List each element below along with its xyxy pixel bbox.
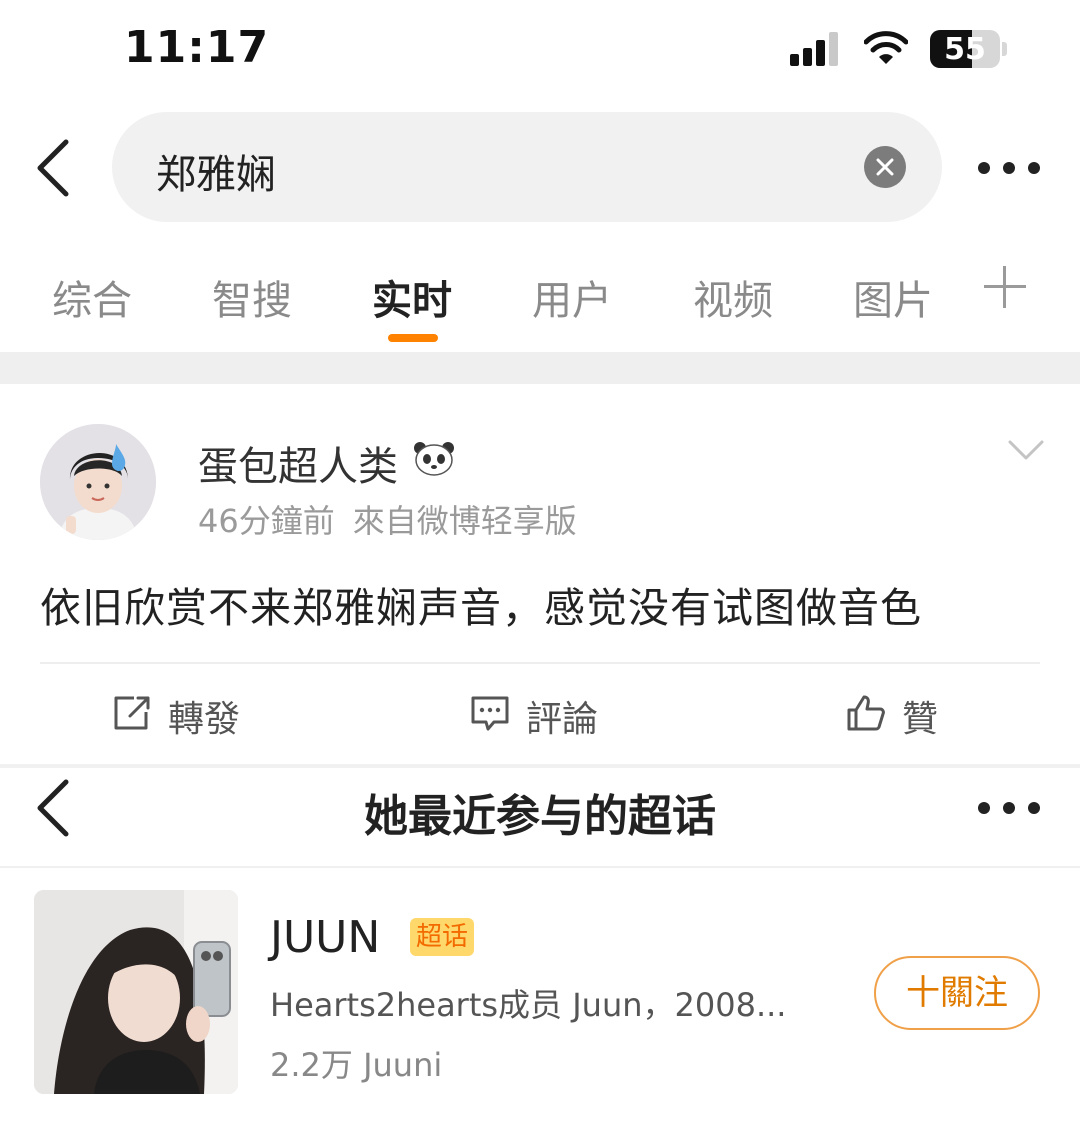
post-time: 46分鐘前 [198,502,335,540]
like-button[interactable]: 贊 [846,688,966,740]
status-bar: 11:17 55 [0,0,1080,100]
like-label: 贊 [902,699,939,740]
status-time: 11:17 [124,22,270,73]
active-tab-indicator [388,334,438,342]
repost-button[interactable]: 轉發 [112,688,272,740]
post-meta: 46分鐘前 來自微博轻享版 [198,496,577,542]
avatar[interactable] [40,424,156,540]
search-input[interactable]: 郑雅娴 [112,112,942,222]
panda-icon [412,440,456,476]
back-chevron-icon[interactable] [34,138,74,198]
comment-button[interactable]: 評論 [470,688,630,740]
battery-icon: 55 [930,30,1000,68]
section-divider-thin [0,764,1080,768]
comment-icon [471,696,509,731]
tab-realtime[interactable]: 实时 [372,268,452,326]
comment-label: 評論 [526,699,599,740]
topic-follower-count: 2.2万 Juuni [270,1046,443,1084]
tab-videos[interactable]: 视频 [693,268,773,326]
tab-comprehensive[interactable]: 综合 [52,268,132,326]
clear-icon[interactable] [864,146,906,188]
wifi-icon [863,30,909,66]
topic-name[interactable]: JUUN [270,912,380,963]
repost-icon [114,696,150,730]
search-query[interactable]: 郑雅娴 [156,142,276,200]
thumbs-up-icon [847,695,885,731]
signal-icon [790,32,840,66]
tab-images[interactable]: 图片 [853,268,933,326]
topic-cover-image[interactable] [34,890,238,1094]
supertopic-section-title: 她最近参与的超话 [364,791,716,842]
search-tabs: 综合 智搜 实时 用户 视频 图片 [0,262,1080,352]
supertopic-divider [0,866,1080,868]
follow-button[interactable]: 十關注 [874,956,1040,1030]
post-author-name[interactable]: 蛋包超人类 [198,434,398,492]
battery-tip [1002,42,1007,56]
tab-smart-search[interactable]: 智搜 [212,268,292,326]
repost-label: 轉發 [168,699,241,740]
section-divider [0,352,1080,384]
supertopic-badge: 超话 [410,918,475,956]
tab-users[interactable]: 用户 [532,268,612,326]
supertopic-more-icon[interactable] [978,798,1042,818]
add-tab-icon[interactable] [984,266,1026,308]
post-source[interactable]: 來自微博轻享版 [353,502,577,540]
topic-description: Hearts2hearts成员 Juun，2008... [270,986,787,1024]
battery-level: 55 [944,32,986,67]
chevron-down-icon[interactable] [1008,438,1044,462]
post-content: 依旧欣赏不来郑雅娴声音，感觉没有试图做音色 [40,584,922,632]
post-divider [40,662,1040,664]
more-icon[interactable] [978,158,1042,178]
